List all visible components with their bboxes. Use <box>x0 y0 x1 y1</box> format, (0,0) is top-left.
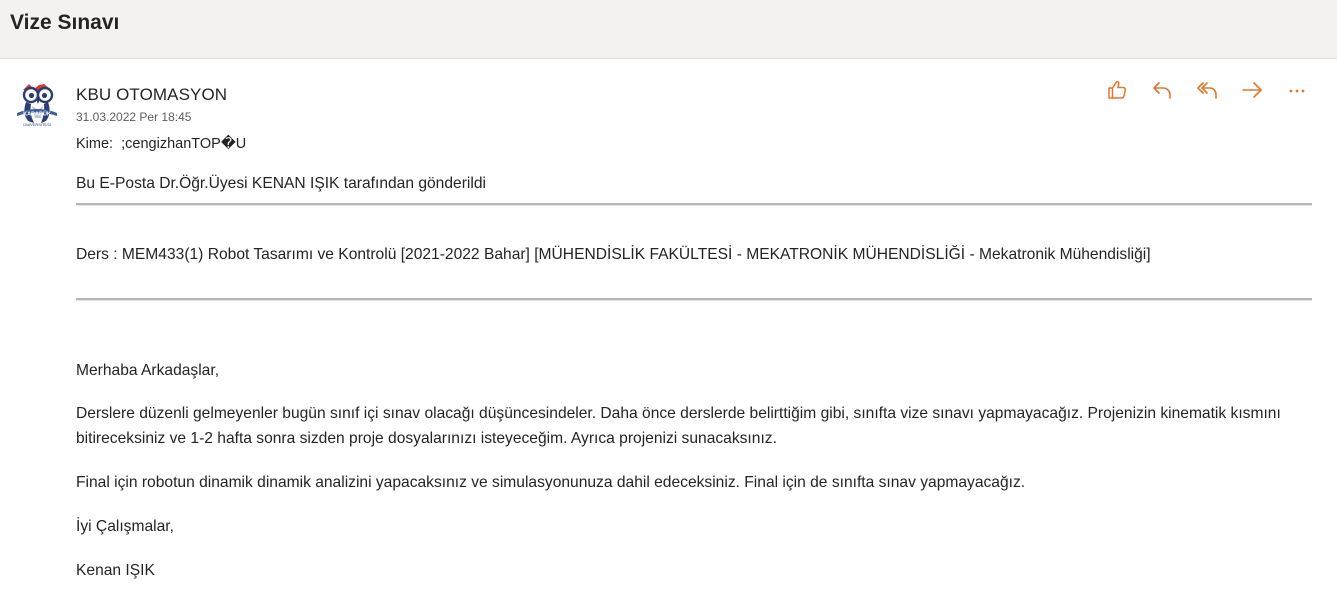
svg-text:ÜNİVERSİTESİ: ÜNİVERSİTESİ <box>23 122 51 127</box>
owl-logo-icon: KARABÜK ÜNİVERSİTESİ <box>17 84 57 127</box>
like-button[interactable] <box>1094 76 1139 104</box>
more-actions-button[interactable] <box>1274 76 1319 104</box>
forward-button[interactable] <box>1229 76 1274 104</box>
reply-all-icon <box>1196 82 1217 99</box>
sent-date: 31.03.2022 Per 18:45 <box>76 110 192 124</box>
sent-by-line: Bu E-Posta Dr.Öğr.Üyesi KENAN IŞIK taraf… <box>76 175 486 192</box>
body-paragraph-1: Derslere düzenli gelmeyenler bugün sınıf… <box>76 405 1281 447</box>
recipient-name[interactable]: ;cengizhanTOP�U <box>121 136 246 152</box>
forward-icon <box>1241 82 1262 98</box>
closing: İyi Çalışmalar, <box>76 518 174 535</box>
subject-bar: Vize Sınavı <box>0 0 1337 59</box>
body-paragraph-2: Final için robotun dinamik dinamik anali… <box>76 474 1026 491</box>
sender-avatar[interactable]: KARABÜK ÜNİVERSİTESİ <box>14 80 60 128</box>
svg-text:KARABÜK: KARABÜK <box>23 111 51 118</box>
reply-icon <box>1152 82 1171 99</box>
separator-line <box>76 298 1312 301</box>
sender-name[interactable]: KBU OTOMASYON <box>76 85 227 105</box>
recipient-line: Kime: ;cengizhanTOP�U <box>76 136 246 152</box>
course-info: Ders : MEM433(1) Robot Tasarımı ve Kontr… <box>76 246 1151 263</box>
more-icon <box>1289 89 1304 93</box>
reply-all-button[interactable] <box>1184 76 1229 104</box>
thumbs-up-icon <box>1107 80 1126 99</box>
separator-line <box>76 203 1312 206</box>
greeting: Merhaba Arkadaşlar, <box>76 362 220 379</box>
email-subject: Vize Sınavı <box>10 11 120 34</box>
signature: Kenan IŞIK <box>76 562 155 579</box>
to-label: Kime: <box>76 136 114 152</box>
message-actions <box>1094 76 1319 104</box>
reply-button[interactable] <box>1139 76 1184 104</box>
